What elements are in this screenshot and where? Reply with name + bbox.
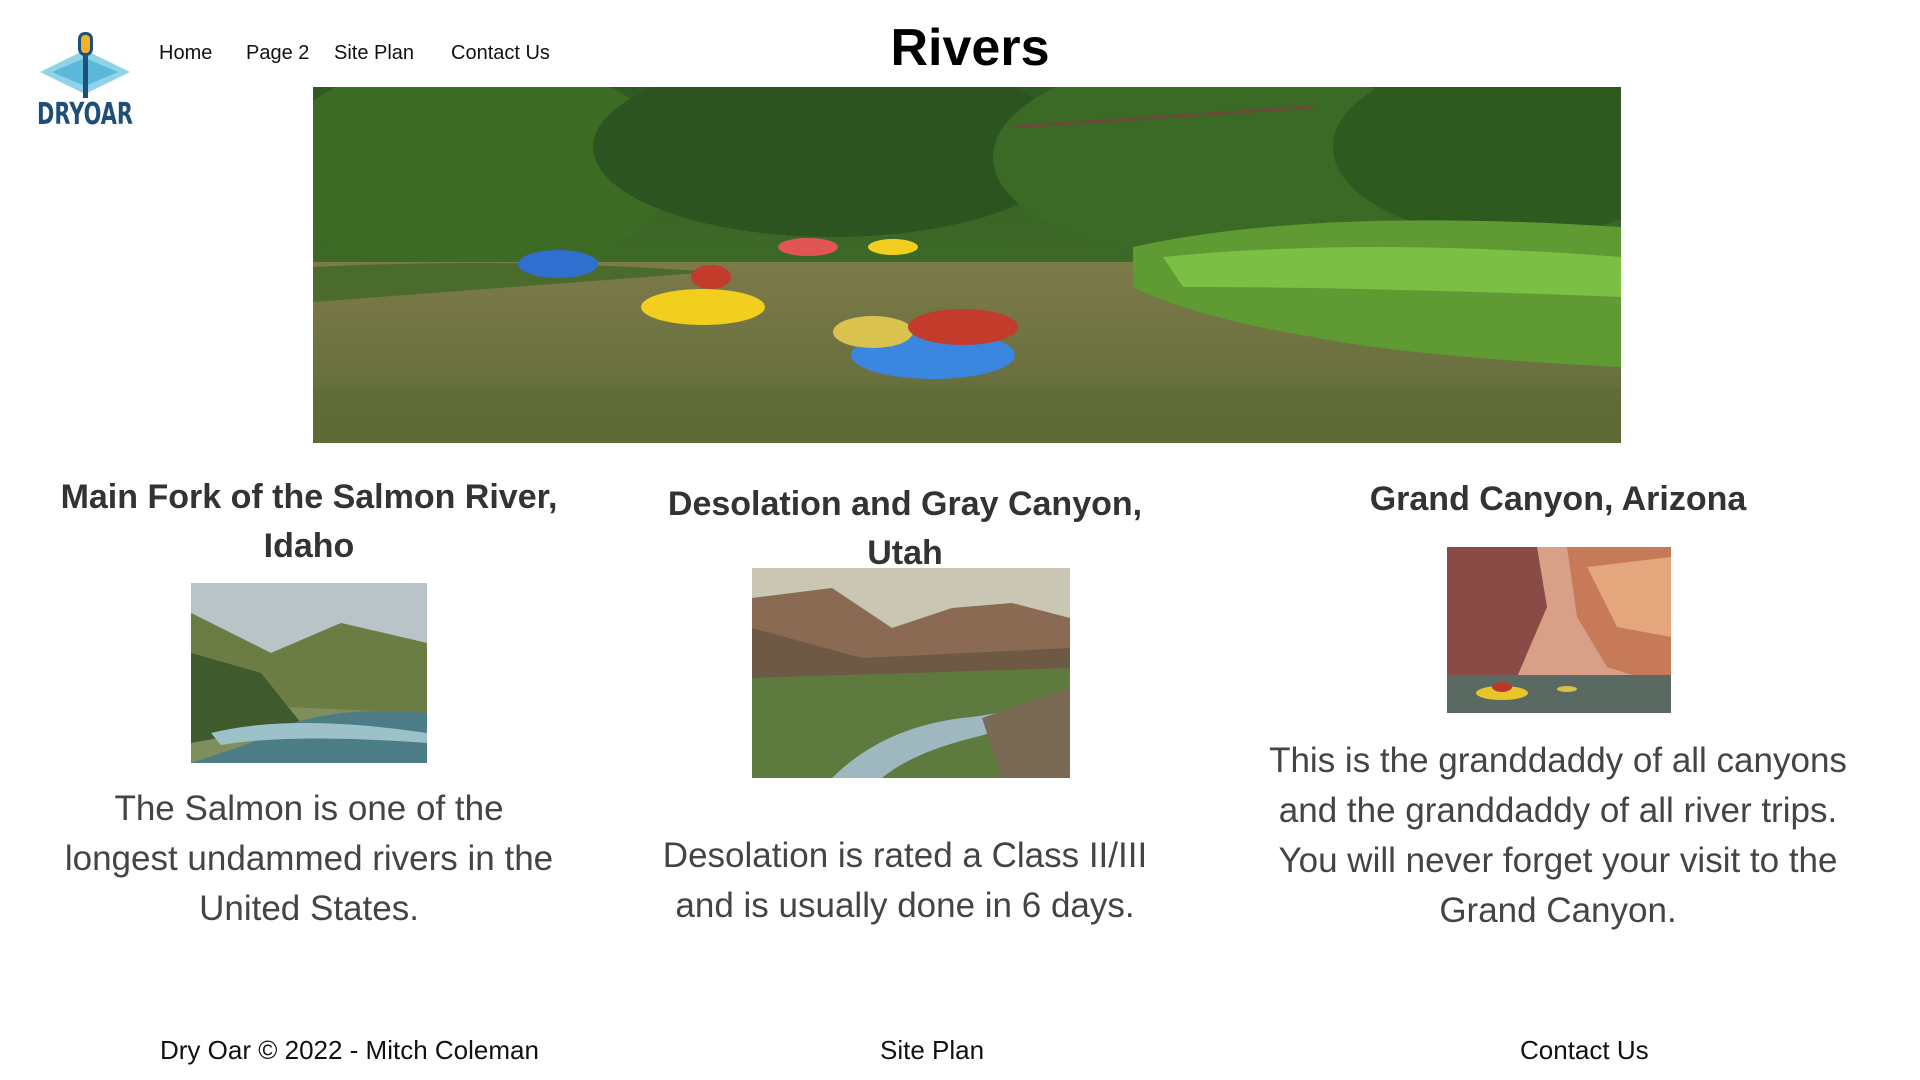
river-heading: Main Fork of the Salmon River, Idaho bbox=[60, 478, 558, 565]
footer-contact-link[interactable]: Contact Us bbox=[1520, 1035, 1649, 1066]
desolation-canyon-image bbox=[752, 568, 1070, 778]
river-heading: Grand Canyon, Arizona bbox=[1369, 480, 1747, 518]
grand-canyon-image bbox=[1447, 547, 1671, 713]
river-description: This is the granddaddy of all canyons an… bbox=[1269, 741, 1847, 930]
river-description: The Salmon is one of the longest undamme… bbox=[64, 789, 554, 928]
logo-text: DRYOAR bbox=[37, 97, 133, 130]
footer-site-plan-link[interactable]: Site Plan bbox=[880, 1035, 984, 1066]
hero-image bbox=[313, 87, 1621, 443]
salmon-river-image bbox=[191, 583, 427, 763]
river-heading: Desolation and Gray Canyon, Utah bbox=[667, 485, 1143, 572]
river-description: Desolation is rated a Class II/III and i… bbox=[662, 836, 1148, 925]
page-title: Rivers bbox=[890, 19, 1050, 77]
footer-copyright: Dry Oar © 2022 - Mitch Coleman bbox=[160, 1035, 539, 1065]
